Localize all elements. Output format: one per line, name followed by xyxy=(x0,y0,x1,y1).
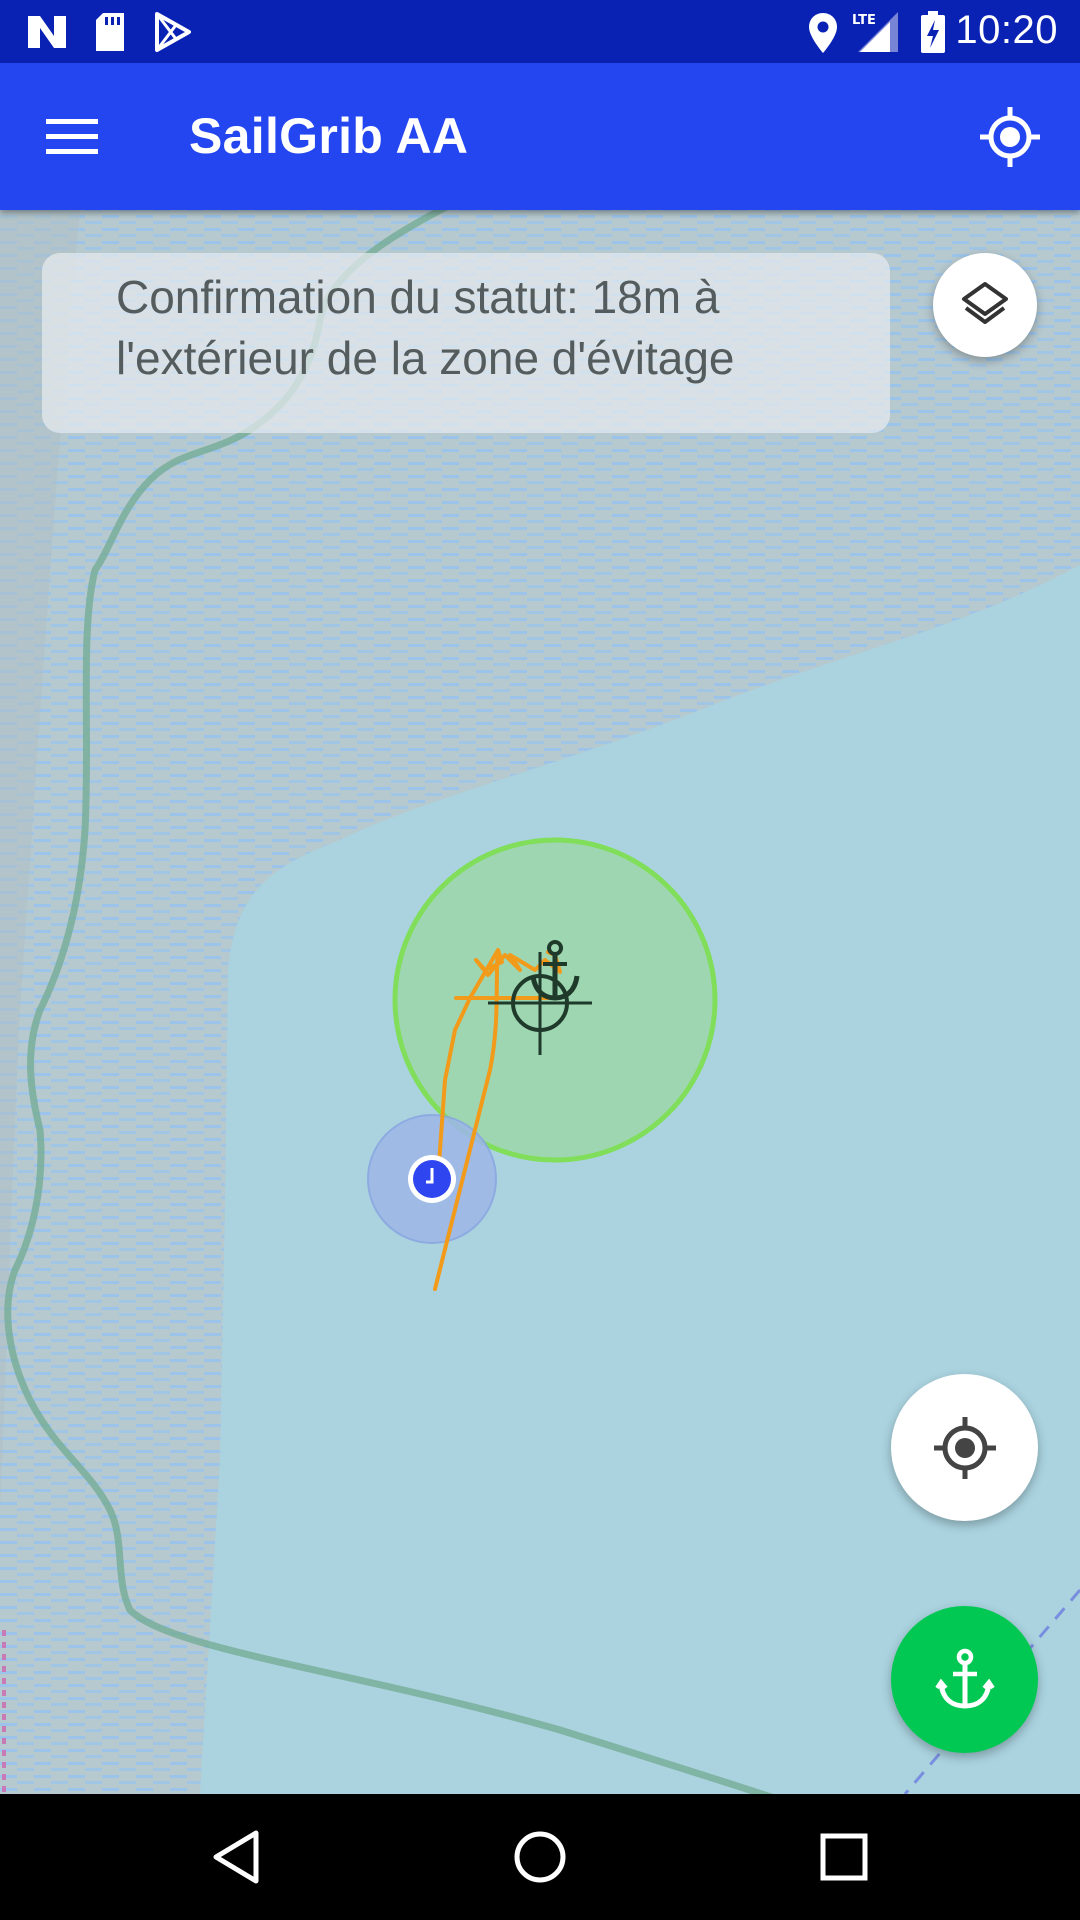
lte-label: LTE xyxy=(852,13,876,28)
app-bar: SailGrib AA xyxy=(0,63,1080,210)
map-view[interactable] xyxy=(0,210,1080,1794)
hamburger-menu-icon xyxy=(46,119,98,154)
sd-card-icon xyxy=(96,13,124,51)
status-bar: LTE 10:20 xyxy=(0,0,1080,63)
recents-icon xyxy=(820,1833,868,1881)
locate-button[interactable] xyxy=(891,1374,1038,1521)
notification-n-icon xyxy=(28,16,66,48)
status-message-line-2: l'extérieur de la zone d'évitage xyxy=(116,332,735,384)
anchor-status-message: Confirmation du statut: 18m à l'extérieu… xyxy=(42,253,890,433)
lte-signal-icon: LTE xyxy=(852,12,898,52)
play-store-icon xyxy=(155,12,191,52)
status-message-line-1: Confirmation du statut: 18m à xyxy=(116,271,720,323)
back-icon xyxy=(213,1830,259,1884)
nautical-chart xyxy=(0,210,1080,1794)
gps-fixed-icon xyxy=(980,107,1040,167)
anchor-button[interactable] xyxy=(891,1606,1038,1753)
my-location-icon xyxy=(933,1416,996,1479)
layers-icon xyxy=(962,282,1008,324)
app-title: SailGrib AA xyxy=(189,108,469,164)
recents-button[interactable] xyxy=(784,1814,904,1900)
clock-time: 10:20 xyxy=(955,8,1058,52)
home-icon xyxy=(514,1831,566,1883)
location-icon xyxy=(809,13,837,53)
navigation-bar xyxy=(0,1794,1080,1920)
battery-charging-icon xyxy=(921,11,945,53)
layers-button[interactable] xyxy=(933,253,1037,357)
current-position-marker xyxy=(408,1155,456,1203)
gps-button[interactable] xyxy=(962,91,1058,183)
menu-button[interactable] xyxy=(22,95,122,179)
anchor-icon xyxy=(934,1648,995,1709)
home-button[interactable] xyxy=(480,1814,600,1900)
app-screen: LTE 10:20 SailGrib AA Confirmation du st… xyxy=(0,0,1080,1920)
back-button[interactable] xyxy=(176,1814,296,1900)
